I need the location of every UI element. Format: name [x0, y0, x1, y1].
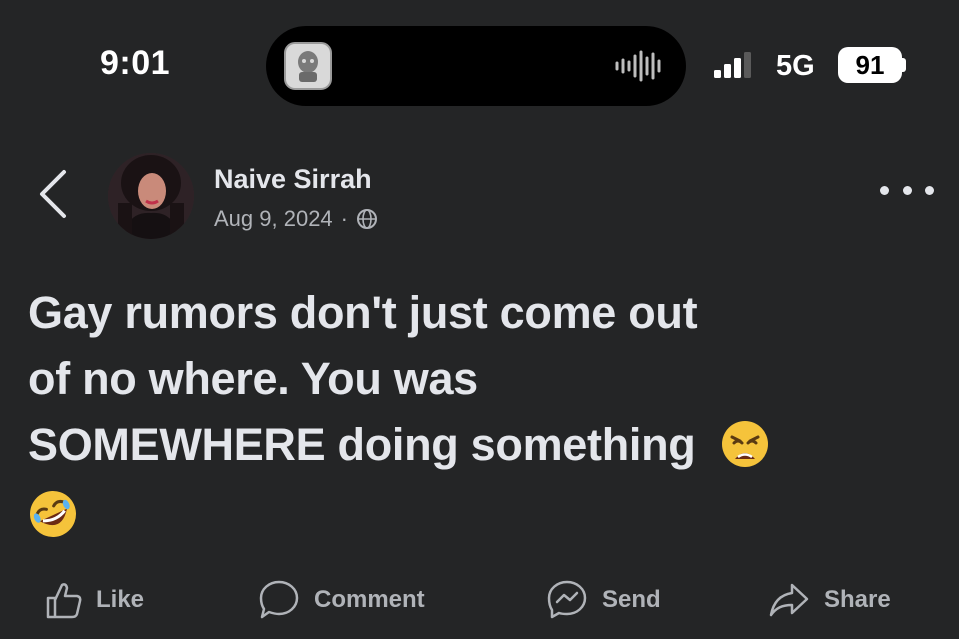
post-line-4: [28, 478, 938, 544]
comment-bubble-icon: [259, 580, 299, 619]
thumbs-up-icon: [46, 583, 82, 619]
post-meta: Aug 9, 2024 ·: [214, 206, 378, 232]
post-text: Gay rumors don't just come out of no whe…: [28, 280, 938, 544]
post-action-bar: Like Comment Send Share: [0, 572, 959, 632]
author-name[interactable]: Naive Sirrah: [214, 164, 372, 195]
send-label: Send: [602, 586, 661, 613]
send-button[interactable]: Send: [546, 572, 661, 628]
battery-indicator: 91: [838, 47, 902, 83]
share-button[interactable]: Share: [768, 572, 891, 628]
audio-waveform-icon: [615, 50, 661, 82]
more-dot-icon: [880, 185, 889, 195]
post-line-1: Gay rumors don't just come out: [28, 287, 698, 338]
like-label: Like: [96, 586, 145, 613]
battery-tip: [902, 58, 906, 72]
status-time: 9:01: [100, 44, 171, 82]
meta-separator: ·: [340, 206, 348, 231]
comment-label: Comment: [314, 586, 425, 613]
messenger-icon: [547, 580, 587, 619]
post-line-2: of no where. You was: [28, 353, 478, 404]
chevron-left-icon: [40, 170, 66, 218]
author-avatar[interactable]: [108, 153, 194, 239]
like-button[interactable]: Like: [46, 572, 144, 628]
post-line-3: SOMEWHERE doing something: [28, 412, 938, 478]
more-dot-icon: [902, 185, 912, 195]
post-screen: 9:01 5G 91 Naive Sirrah Aug 9, 2024 · Ga…: [0, 0, 959, 639]
cellular-signal-icon: [714, 52, 751, 78]
back-button[interactable]: [34, 166, 74, 222]
dynamic-island[interactable]: [266, 26, 686, 106]
rolling-laughing-emoji: [30, 491, 76, 538]
live-activity-app-icon: [284, 42, 332, 90]
post-date[interactable]: Aug 9, 2024: [214, 206, 333, 232]
tired-face-emoji: [721, 421, 768, 468]
post-line-3-text: SOMEWHERE doing something: [28, 419, 696, 470]
share-arrow-icon: [769, 583, 809, 617]
more-options-button[interactable]: [880, 170, 934, 210]
share-label: Share: [824, 586, 891, 613]
comment-button[interactable]: Comment: [258, 572, 425, 628]
more-dot-icon: [925, 185, 934, 195]
globe-icon: [357, 209, 377, 229]
network-type: 5G: [776, 50, 815, 82]
